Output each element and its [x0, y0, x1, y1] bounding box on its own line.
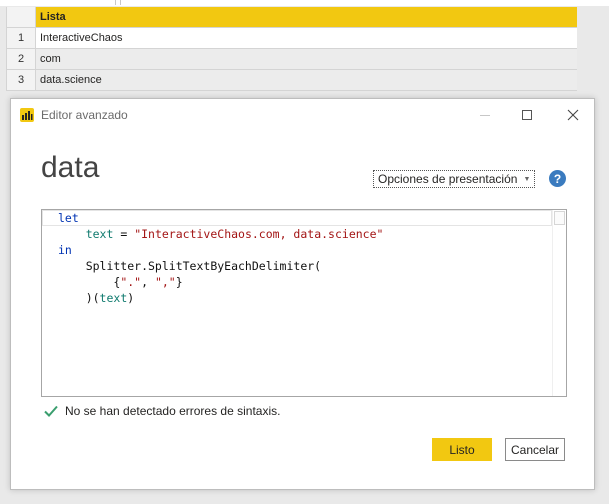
- strip-divider: [115, 0, 116, 5]
- code-token: ,: [141, 275, 155, 289]
- scrollbar-thumb[interactable]: [554, 211, 565, 225]
- code-line[interactable]: Splitter.SplitTextByEachDelimiter(: [58, 258, 321, 274]
- code-token: Splitter.SplitTextByEachDelimiter(: [58, 259, 322, 273]
- display-options-dropdown[interactable]: Opciones de presentación ▼: [373, 170, 536, 188]
- close-icon: [567, 109, 579, 121]
- code-line[interactable]: {".", ","}: [58, 274, 183, 290]
- row-number: 2: [7, 49, 36, 69]
- advanced-editor-dialog: Editor avanzado data Opciones de present…: [10, 98, 595, 490]
- maximize-icon: [522, 110, 532, 120]
- done-button[interactable]: Listo: [432, 438, 492, 461]
- code-line[interactable]: let: [58, 210, 79, 226]
- table-cell[interactable]: InteractiveChaos: [36, 28, 577, 48]
- row-number: 1: [7, 28, 36, 48]
- cancel-button[interactable]: Cancelar: [505, 438, 565, 461]
- code-token: =: [113, 227, 135, 241]
- code-token: ",": [154, 275, 176, 289]
- powerbi-icon: [20, 108, 34, 122]
- syntax-status: No se han detectado errores de sintaxis.: [43, 402, 280, 420]
- dialog-title: Editor avanzado: [41, 108, 128, 122]
- code-token: ): [127, 291, 135, 305]
- row-number: 3: [7, 70, 36, 90]
- code-token: }: [175, 275, 183, 289]
- minimize-button[interactable]: [471, 103, 499, 127]
- editor-scrollbar[interactable]: [552, 210, 566, 396]
- query-results-grid: Lista 1 InteractiveChaos 2 com 3 data.sc…: [6, 7, 577, 91]
- table-row[interactable]: 3 data.science: [7, 70, 577, 91]
- minimize-icon: [480, 114, 490, 116]
- code-line[interactable]: in: [58, 242, 72, 258]
- current-line-highlight: [42, 210, 552, 226]
- query-name-heading: data: [41, 151, 100, 184]
- underlying-toolbar-strip: [0, 0, 609, 6]
- table-row[interactable]: 2 com: [7, 49, 577, 70]
- table-cell[interactable]: com: [36, 49, 577, 69]
- code-token: )(: [58, 291, 100, 305]
- syntax-status-text: No se han detectado errores de sintaxis.: [65, 404, 281, 418]
- code-token: in: [58, 243, 72, 257]
- table-row[interactable]: 1 InteractiveChaos: [7, 28, 577, 49]
- strip-divider: [120, 0, 121, 5]
- maximize-button[interactable]: [513, 103, 541, 127]
- code-token: {: [58, 275, 121, 289]
- code-token: text: [99, 291, 128, 305]
- code-token: "InteractiveChaos.com, data.science": [134, 227, 384, 241]
- dialog-titlebar[interactable]: Editor avanzado: [11, 99, 594, 132]
- code-token: let: [58, 211, 79, 225]
- chevron-down-icon: ▼: [523, 175, 531, 183]
- row-number-header: [7, 7, 36, 27]
- check-icon: [44, 405, 58, 417]
- column-header-lista[interactable]: Lista: [36, 7, 577, 27]
- display-options-label: Opciones de presentación: [378, 172, 518, 186]
- code-line[interactable]: )(text): [58, 290, 135, 306]
- table-cell[interactable]: data.science: [36, 70, 577, 90]
- close-button[interactable]: [559, 103, 587, 127]
- code-editor[interactable]: let text = "InteractiveChaos.com, data.s…: [41, 209, 567, 397]
- code-token: text: [85, 227, 114, 241]
- help-icon[interactable]: ?: [549, 170, 566, 187]
- grid-header-row: Lista: [7, 7, 577, 28]
- code-token: ".": [120, 275, 142, 289]
- code-line[interactable]: text = "InteractiveChaos.com, data.scien…: [58, 226, 384, 242]
